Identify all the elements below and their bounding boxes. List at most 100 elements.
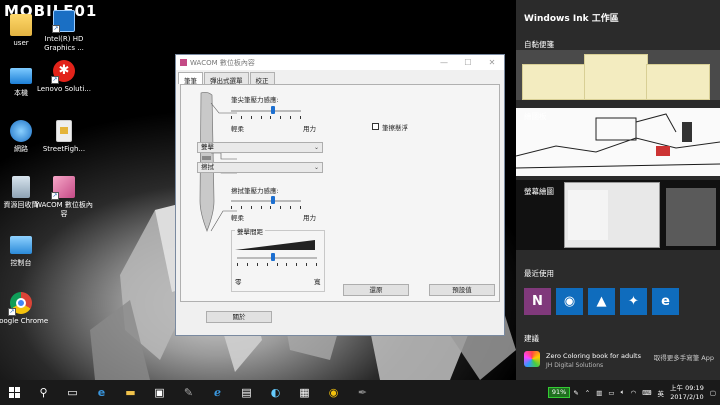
double-click-distance-slider[interactable] [237,257,317,259]
desktop-icon-wacom[interactable]: ↗ WACOM 數位板內容 [34,176,94,219]
distance-large-label: 寬 [314,278,321,286]
desktop-icon-chrome[interactable]: ↗ Google Chrome [0,292,51,326]
chrome-taskbar-icon[interactable]: ◉ [319,380,348,405]
side-button-lower-select[interactable]: 擦拭 ⌄ [197,162,323,173]
default-button[interactable]: 還原 [343,284,409,296]
pen-app-taskbar-icon[interactable]: ✒ [348,380,377,405]
tip-soft-label: 輕柔 [231,125,244,133]
reset-defaults-button[interactable]: 預設值 [429,284,495,296]
file-explorer-icon[interactable]: ▬ [116,380,145,405]
side-button-upper-value: 雙擊 [201,143,214,151]
distance-ramp [235,240,315,250]
edge-icon[interactable]: e [652,288,679,315]
clock-date: 2017/2/10 [670,392,704,401]
windows-logo-icon [9,387,20,398]
edge-taskbar-icon[interactable]: e [87,380,116,405]
tip-feel-ticks [231,116,301,119]
paint-icon[interactable]: ◐ [261,380,290,405]
get-more-pen-apps-link[interactable]: 取得更多手寫筆 App [654,352,714,362]
show-hidden-icons-icon[interactable]: ⌃ [585,389,590,397]
suggested-app-name[interactable]: Zero Coloring book for adults [546,352,641,360]
recently-used-label: 最近使用 [524,269,554,278]
ie-icon[interactable]: ℯ [203,380,232,405]
wacom-taskbar-icon[interactable]: ✎ [174,380,203,405]
tip-feel-slider[interactable] [231,110,301,112]
photos-icon[interactable]: ▲ [588,288,615,315]
tip-feel-label: 筆尖筆壓力感應: [231,96,279,104]
ime-icon[interactable]: 英 [658,388,665,398]
tip-feel-thumb[interactable] [271,106,275,114]
chevron-down-icon: ⌄ [313,144,319,151]
user-folder-icon [10,14,32,36]
camera-icon[interactable]: ◉ [556,288,583,315]
about-button[interactable]: 關於 [206,311,272,323]
distance-ticks [237,263,317,266]
onenote-icon[interactable]: N [524,288,551,315]
eraser-soft-label: 輕柔 [231,214,244,222]
eraser-hover-checkbox[interactable] [372,123,379,130]
distance-off-label: 零 [235,278,242,286]
store-icon[interactable]: ▣ [145,380,174,405]
suggested-app-icon[interactable] [524,351,540,367]
intel-graphics-icon: ↗ [52,10,75,33]
eraser-feel-ticks [231,206,301,209]
desktop-icon-label: Lenovo Soluti... [37,85,91,93]
this-pc-icon [10,68,32,84]
side-button-lower-value: 擦拭 [201,163,214,171]
start-button[interactable] [0,380,29,405]
desktop-icon-label: WACOM 數位板內容 [35,201,93,218]
screen-sketch-label: 螢幕繪圖 [524,187,554,196]
desktop-icon-control-panel[interactable]: 控制台 [0,236,51,268]
tab-popup-menu[interactable]: 彈出式選單 [204,72,249,85]
eraser-feel-slider[interactable] [231,200,301,202]
suggested-label: 建議 [524,334,539,343]
network-tray-icon[interactable]: ▥ [596,389,602,397]
tips-icon[interactable]: ✦ [620,288,647,315]
windows-ink-workspace: Windows Ink 工作區 自黏便箋 繪圖板 螢幕繪圖 最近使用 N ◉ ▲… [516,0,720,380]
desktop-icon-label: Intel(R) HD Graphics ... [44,35,84,52]
wacom-small-icon [180,59,187,66]
desktop-icon-label: Google Chrome [0,317,49,325]
desktop-icon-label: 控制台 [10,259,32,267]
double-click-distance-thumb[interactable] [271,253,275,261]
wacom-icon: ↗ [51,176,75,200]
eraser-feel-thumb[interactable] [271,196,275,204]
sticky-notes-tile[interactable] [516,50,720,100]
keyboard-icon[interactable]: ⌨ [642,389,651,397]
double-click-distance-label: 雙擊間距 [235,226,265,236]
minimize-icon[interactable]: — [432,58,456,67]
wacom-properties-window[interactable]: WACOM 數位板內容 — ☐ ✕ 筆筆 彈出式選單 校正 筆尖筆壓力感應: 輕… [175,54,505,336]
media-player-icon[interactable]: ▤ [232,380,261,405]
clock[interactable]: 上午 09:19 2017/2/10 [670,384,704,402]
taskbar: ⚲ ▭ e ▬ ▣ ✎ ℯ ▤ ◐ ▦ ◉ ✒ 91% ✎ ⌃ ▥ ▭ 🔈︎ ◠… [0,380,720,405]
eraser-feel-label: 擦拭筆壓力感應: [231,187,279,195]
calculator-icon[interactable]: ▦ [290,380,319,405]
recent-apps: N ◉ ▲ ✦ e [524,288,679,315]
suggested-app-publisher: JH Digital Solutions [546,362,604,369]
action-center-icon[interactable]: ▢ [710,389,716,397]
volume-icon[interactable]: 🔈︎ [621,388,625,397]
sketchpad-label: 繪圖板 [524,112,547,121]
wifi-icon[interactable]: ◠ [630,389,636,397]
lenovo-solutions-icon: ✱ ↗ [51,60,75,84]
desktop-icon-intel[interactable]: ↗ Intel(R) HD Graphics ... [34,10,94,53]
pen-workspace-icon[interactable]: ✎ [573,389,578,397]
pen-settings-panel: 筆尖筆壓力感應: 輕柔 用力 筆擦懸浮 雙擊 ⌄ 擦拭 ⌄ 擦拭筆壓力感應: 輕柔 … [180,84,500,302]
tab-calibrate[interactable]: 校正 [249,72,275,85]
task-view-icon[interactable]: ▭ [58,380,87,405]
tab-pen[interactable]: 筆筆 [178,72,203,85]
recycle-bin-icon [12,176,30,198]
desktop-icon-lenovo[interactable]: ✱ ↗ Lenovo Soluti... [34,60,94,94]
maximize-icon[interactable]: ☐ [456,58,480,67]
search-icon[interactable]: ⚲ [29,380,58,405]
network-icon [10,120,32,142]
display-tray-icon[interactable]: ▭ [608,389,614,397]
close-icon[interactable]: ✕ [480,58,504,67]
window-titlebar[interactable]: WACOM 數位板內容 — ☐ ✕ [176,55,504,70]
desktop-icon-streetfighter[interactable]: StreetFigh... [34,120,94,154]
control-panel-icon [10,236,32,254]
side-button-upper-select[interactable]: 雙擊 ⌄ [197,142,323,153]
tab-bar: 筆筆 彈出式選單 校正 [176,70,504,85]
battery-indicator[interactable]: 91% [547,387,571,398]
tip-firm-label: 用力 [303,125,316,133]
